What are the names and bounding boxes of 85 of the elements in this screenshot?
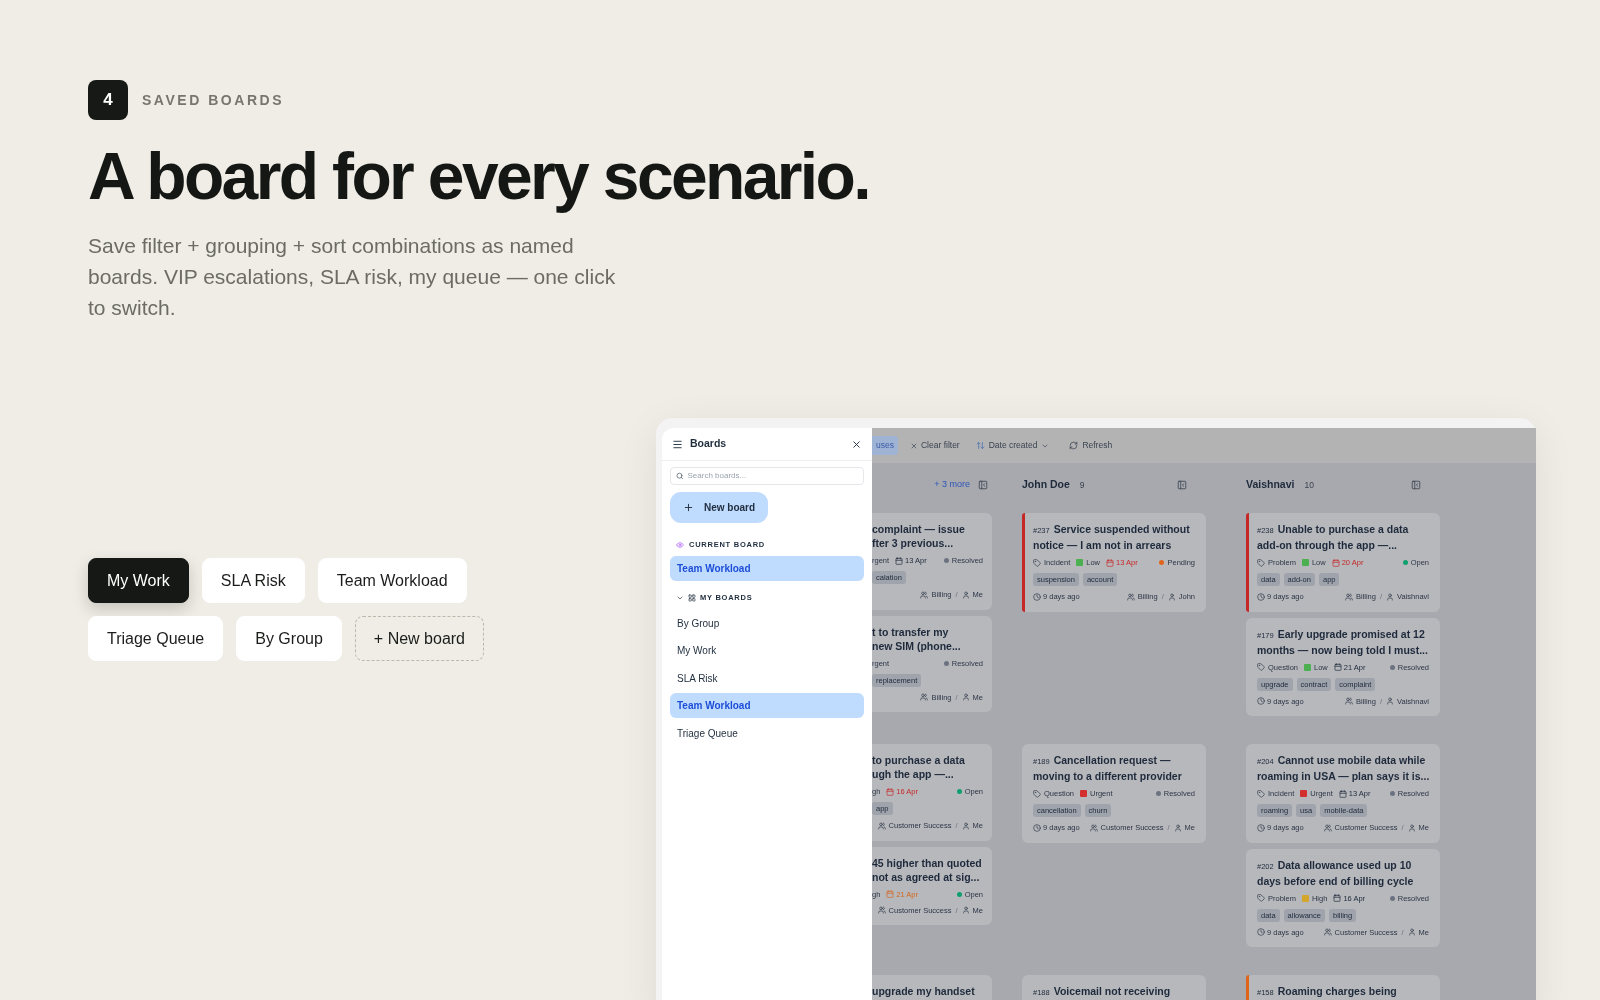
headline: A board for every scenario. (88, 138, 870, 214)
calendar-icon (886, 787, 895, 796)
grid-icon (688, 593, 696, 602)
clock-icon (1257, 823, 1265, 832)
user-icon (961, 906, 970, 915)
ticket-title: 45 higher than quoted not as agreed at sig... (872, 855, 982, 884)
board-chip[interactable]: My Work (88, 558, 189, 603)
eyebrow-label: SAVED BOARDS (142, 90, 284, 110)
clock-icon (1033, 592, 1041, 601)
ticket-title: complaint — issue fter 3 previous... (872, 522, 965, 550)
board-list-item[interactable]: Triage Queue (670, 720, 864, 746)
tag-icon (1257, 789, 1265, 798)
users-icon (1344, 697, 1353, 706)
board-chip[interactable]: Team Workload (317, 558, 467, 603)
tag-icon (1033, 789, 1041, 798)
ticket-title: to purchase a data ugh the app —... (872, 753, 965, 781)
user-icon (961, 590, 970, 599)
users-icon (1344, 592, 1353, 601)
user-icon (961, 821, 970, 830)
user-icon (1407, 928, 1416, 937)
sort-button[interactable]: Date created (975, 439, 1050, 452)
ticket-card[interactable]: upgrade my handset (872, 975, 992, 1000)
sidebar-title: Boards (690, 436, 727, 452)
clock-icon (1257, 928, 1265, 937)
refresh-icon (1069, 441, 1079, 450)
tag-icon (1033, 558, 1041, 567)
board-chip[interactable]: By Group (236, 616, 342, 661)
column-count: 9 (1078, 478, 1086, 492)
search-input[interactable]: Search boards... (687, 470, 858, 482)
user-icon (1386, 592, 1395, 601)
new-board-button[interactable]: + New board (354, 616, 484, 661)
users-icon (920, 590, 929, 599)
eye-icon (676, 540, 684, 549)
column-title: Vaishnavi (1246, 477, 1295, 493)
user-icon (961, 693, 970, 702)
clear-filter-button[interactable]: Clear filter (909, 439, 960, 452)
clock-icon (1257, 592, 1265, 601)
users-icon (1323, 823, 1332, 832)
calendar-icon (886, 890, 895, 899)
user-icon (1407, 823, 1416, 832)
close-icon[interactable] (851, 438, 862, 450)
calendar-icon (1333, 663, 1342, 672)
ticket-title: t to transfer my new SIM (phone... (872, 624, 961, 653)
collapse-icon[interactable] (1411, 480, 1421, 490)
sort-icon (975, 441, 985, 450)
users-icon (1126, 592, 1135, 601)
users-icon (1089, 823, 1098, 832)
close-icon (909, 441, 918, 450)
calendar-icon (1338, 789, 1347, 798)
tag-icon (1257, 558, 1265, 567)
collapse-icon[interactable] (1177, 480, 1187, 490)
clock-icon (1033, 823, 1041, 832)
step-badge: 4 (88, 80, 128, 120)
calendar-icon (1106, 558, 1115, 567)
board-list-item[interactable]: My Work (670, 638, 864, 663)
user-icon (1173, 823, 1182, 832)
refresh-button[interactable]: Refresh (1069, 439, 1113, 452)
clock-icon (1257, 697, 1265, 706)
ticket-title: upgrade my handset (872, 984, 975, 998)
collapse-icon[interactable] (978, 480, 988, 490)
menu-icon[interactable] (672, 438, 683, 450)
calendar-icon (895, 556, 904, 565)
board-list-item[interactable]: SLA Risk (670, 665, 864, 691)
board-list-item[interactable]: By Group (670, 610, 864, 636)
users-icon (877, 821, 886, 830)
search-field[interactable]: Search boards... (670, 467, 864, 485)
users-icon (877, 906, 886, 915)
board-chip[interactable]: Triage Queue (88, 616, 224, 661)
column-title: John Doe (1022, 477, 1070, 493)
new-board-button[interactable]: New board (670, 492, 769, 523)
user-icon (1167, 592, 1176, 601)
board-chip[interactable]: SLA Risk (201, 558, 305, 603)
board-list-item[interactable]: Team Workload (670, 556, 864, 582)
plus-icon (683, 502, 694, 513)
calendar-icon (1331, 558, 1340, 567)
tag-icon (1257, 894, 1265, 903)
user-icon (1386, 697, 1395, 706)
tag-icon (1257, 663, 1265, 672)
board-list-item[interactable]: Team Workload (670, 693, 864, 718)
column-count: 10 (1303, 478, 1315, 492)
users-icon (920, 693, 929, 702)
description: Save filter + grouping + sort combinations as named boards. VIP escalations, SLA risk, my queue — one click to switch. (88, 233, 617, 321)
calendar-icon (1333, 894, 1342, 903)
users-icon (1323, 928, 1332, 937)
search-icon (676, 472, 684, 480)
